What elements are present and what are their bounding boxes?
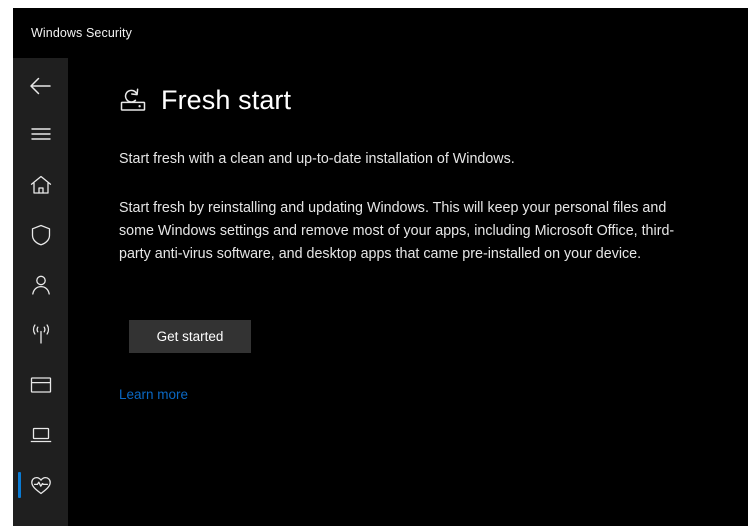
sidebar-item-virus-protection[interactable] (13, 210, 68, 260)
intro-description: Start fresh with a clean and up-to-date … (119, 151, 515, 167)
body-description: Start fresh by reinstalling and updating… (119, 200, 675, 263)
sidebar-item-back[interactable] (13, 62, 68, 110)
window-title: Windows Security (31, 26, 132, 40)
sidebar-navigation (13, 58, 68, 526)
sidebar-item-device-performance[interactable] (13, 460, 68, 510)
page-title: Fresh start (161, 84, 292, 115)
window-icon (28, 372, 54, 398)
network-signal-icon (28, 322, 54, 348)
page-header: Fresh start (118, 85, 291, 115)
selection-indicator (18, 472, 21, 498)
shield-icon (28, 222, 54, 248)
hamburger-menu-icon (28, 121, 54, 147)
learn-more-link[interactable]: Learn more (119, 387, 188, 402)
heart-pulse-icon (28, 472, 54, 498)
laptop-icon (28, 422, 54, 448)
back-arrow-icon (28, 73, 54, 99)
fresh-start-refresh-icon (118, 85, 148, 115)
sidebar-item-account-protection[interactable] (13, 260, 68, 310)
sidebar-item-device-security[interactable] (13, 410, 68, 460)
get-started-button[interactable]: Get started (129, 320, 251, 353)
sidebar-item-firewall-network[interactable] (13, 310, 68, 360)
sidebar-item-menu[interactable] (13, 110, 68, 158)
person-icon (28, 272, 54, 298)
home-icon (28, 172, 54, 198)
sidebar-item-app-browser-control[interactable] (13, 360, 68, 410)
sidebar-item-home[interactable] (13, 160, 68, 210)
windows-security-window: Windows Security Fresh start Start fresh… (13, 8, 748, 526)
content-area: Fresh start Start fresh with a clean and… (68, 58, 748, 526)
title-bar: Windows Security (13, 8, 748, 58)
